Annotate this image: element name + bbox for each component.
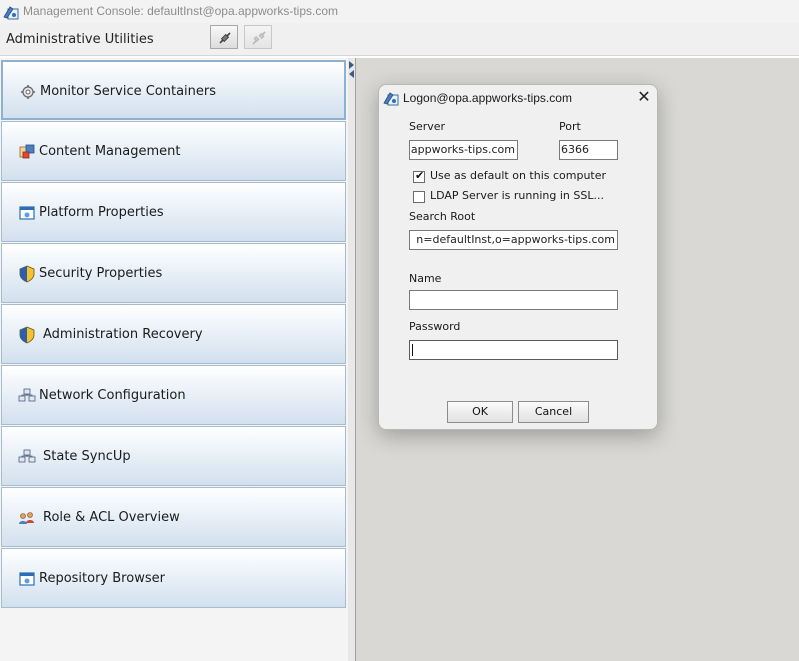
ldap-ssl-checkbox[interactable] — [413, 191, 425, 203]
sidebar-item-label: Repository Browser — [39, 571, 165, 586]
management-console-icon — [383, 92, 399, 106]
disconnect-icon — [252, 31, 266, 45]
port-label: Port — [559, 120, 581, 133]
sidebar: Monitor Service Containers Content Manag… — [0, 58, 349, 661]
ok-button[interactable]: OK — [447, 401, 513, 423]
toolbar-title: Administrative Utilities — [6, 32, 154, 47]
server-input[interactable]: appworks-tips.com — [409, 140, 518, 160]
panel-splitter[interactable] — [348, 58, 356, 661]
name-input[interactable] — [409, 290, 618, 310]
ldap-ssl-label: LDAP Server is running in SSL... — [430, 189, 604, 202]
users-icon — [19, 512, 34, 524]
gear-icon — [21, 85, 35, 99]
sidebar-item-monitor-service-containers[interactable]: Monitor Service Containers — [1, 60, 346, 120]
content-icon — [19, 144, 35, 159]
sidebar-item-state-syncup[interactable]: State SyncUp — [1, 426, 346, 486]
disconnect-button[interactable] — [244, 25, 272, 49]
dialog-title: Logon@opa.appworks-tips.com — [403, 91, 572, 105]
sidebar-item-label: Platform Properties — [39, 205, 164, 220]
sidebar-item-security-properties[interactable]: Security Properties — [1, 243, 346, 303]
close-icon[interactable]: ✕ — [636, 88, 652, 106]
shield-icon — [19, 326, 35, 344]
shield-icon — [19, 265, 35, 283]
name-label: Name — [409, 272, 442, 285]
window-icon — [19, 572, 35, 586]
use-default-label: Use as default on this computer — [430, 169, 607, 182]
port-input[interactable]: 6366 — [559, 140, 618, 160]
window-title: Management Console: defaultInst@opa.appw… — [23, 4, 339, 18]
sidebar-item-label: Network Configuration — [39, 388, 186, 403]
sidebar-item-label: State SyncUp — [43, 449, 131, 464]
cancel-button[interactable]: Cancel — [518, 401, 589, 423]
password-label: Password — [409, 320, 461, 333]
search-root-label: Search Root — [409, 210, 476, 223]
sidebar-item-label: Role & ACL Overview — [43, 510, 180, 525]
sidebar-item-repository-browser[interactable]: Repository Browser — [1, 548, 346, 608]
sidebar-item-content-management[interactable]: Content Management — [1, 121, 346, 181]
title-bar: Management Console: defaultInst@opa.appw… — [0, 0, 799, 23]
sidebar-item-platform-properties[interactable]: Platform Properties — [1, 182, 346, 242]
text-caret — [412, 344, 413, 356]
connect-icon — [219, 32, 231, 44]
password-input[interactable] — [409, 340, 618, 360]
use-default-checkbox[interactable]: ✔ — [413, 169, 425, 183]
logon-dialog: Logon@opa.appworks-tips.com ✕ Server app… — [378, 84, 658, 430]
port-value: 6366 — [561, 143, 589, 156]
search-root-value: n=defaultInst,o=appworks-tips.com — [416, 233, 615, 246]
server-value: appworks-tips.com — [410, 143, 515, 156]
toolbar: Administrative Utilities — [0, 23, 799, 56]
sidebar-item-role-acl-overview[interactable]: Role & ACL Overview — [1, 487, 346, 547]
search-root-input[interactable]: n=defaultInst,o=appworks-tips.com — [409, 230, 618, 250]
sidebar-item-label: Monitor Service Containers — [40, 84, 217, 99]
sidebar-item-administration-recovery[interactable]: Administration Recovery — [1, 304, 346, 364]
management-console-icon — [3, 6, 19, 20]
server-label: Server — [409, 120, 446, 133]
network-icon — [18, 449, 36, 463]
sidebar-item-label: Administration Recovery — [43, 327, 203, 342]
network-icon — [18, 388, 36, 402]
check-mark-icon: ✔ — [415, 169, 425, 182]
sidebar-item-label: Content Management — [39, 144, 181, 159]
sidebar-item-label: Security Properties — [39, 266, 163, 281]
expand-arrow-icon[interactable] — [349, 61, 354, 69]
collapse-arrow-icon[interactable] — [349, 70, 354, 78]
connect-button[interactable] — [210, 25, 238, 49]
sidebar-item-network-configuration[interactable]: Network Configuration — [1, 365, 346, 425]
window-icon — [19, 206, 35, 220]
